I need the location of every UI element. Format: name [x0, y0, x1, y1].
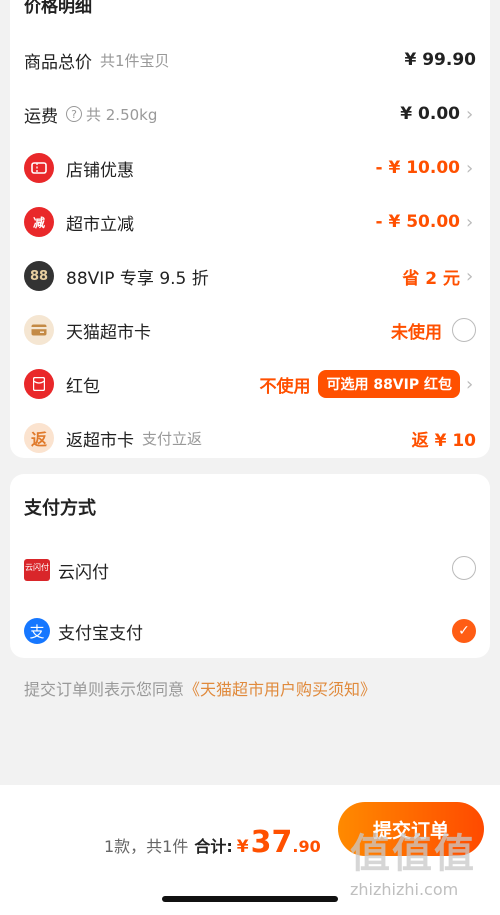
market-card-radio[interactable]: [452, 318, 476, 342]
goods-count: 共1件宝贝: [100, 51, 170, 70]
row-shipping[interactable]: 运费 ? 共 2.50kg ¥ 0.00 ›: [24, 96, 476, 132]
unionpay-quickpass-icon: 云闪付: [24, 559, 50, 581]
vip-red-packet-badge[interactable]: 可选用 88VIP 红包: [318, 370, 460, 398]
shipping-weight: 共 2.50kg: [86, 105, 158, 124]
rebate-value: 返 ¥ 10: [411, 430, 476, 451]
alipay-radio-checked[interactable]: ✓: [452, 619, 476, 643]
vip88-icon: 88: [24, 261, 54, 291]
price-section-title: 价格明细: [24, 0, 92, 17]
market-reduce-icon: 减: [24, 207, 54, 237]
market-card-icon: [24, 315, 54, 345]
unionpay-radio[interactable]: [452, 556, 476, 580]
currency-symbol: ¥: [236, 837, 249, 857]
shop-discount-value: - ¥ 10.00: [375, 158, 461, 178]
watermark-glyphs: 值值值: [350, 831, 476, 877]
market-reduction-value: - ¥ 50.00: [375, 212, 461, 232]
payment-method-card: 支付方式 云闪付 云闪付 支 支付宝支付 ✓: [10, 474, 490, 658]
watermark-text: zhizhizhi.com: [350, 880, 459, 899]
item-count: 1款，共1件: [104, 837, 189, 856]
rebate-label: 返超市卡: [66, 430, 134, 451]
red-packet-icon: [24, 369, 54, 399]
total-amount-int: 37: [250, 825, 293, 860]
agreement-prefix: 提交订单则表示您同意: [24, 680, 185, 699]
payment-title: 支付方式: [24, 498, 96, 519]
shipping-label: 运费: [24, 106, 58, 127]
rebate-icon: 返: [24, 423, 54, 453]
row-market-card[interactable]: 天猫超市卡 未使用: [24, 312, 476, 348]
shipping-value: ¥ 0.00: [400, 104, 460, 124]
alipay-label: 支付宝支付: [58, 623, 143, 644]
row-red-packet[interactable]: 红包 不使用 可选用 88VIP 红包 ›: [24, 366, 476, 402]
shop-coupon-icon: [24, 153, 54, 183]
shop-discount-label: 店铺优惠: [66, 160, 134, 181]
vip-saving-value: 省 2 元: [402, 268, 460, 289]
vip-discount-label: 88VIP 专享 9.5 折: [66, 268, 209, 289]
unionpay-label: 云闪付: [58, 562, 109, 583]
question-icon[interactable]: ?: [66, 106, 82, 122]
row-goods-total: 商品总价 共1件宝贝 ¥ 99.90: [24, 42, 476, 78]
chevron-right-icon: ›: [466, 265, 474, 287]
chevron-right-icon: ›: [466, 211, 474, 233]
price-details-card: 价格明细 商品总价 共1件宝贝 ¥ 99.90 运费 ? 共 2.50kg ¥ …: [10, 0, 490, 458]
chevron-right-icon: ›: [466, 157, 474, 179]
home-indicator[interactable]: [162, 896, 338, 902]
market-card-label: 天猫超市卡: [66, 322, 151, 343]
alipay-icon: 支: [24, 618, 50, 644]
total-amount-dec: .90: [292, 837, 321, 856]
row-shop-discount[interactable]: 店铺优惠 - ¥ 10.00 ›: [24, 150, 476, 186]
row-88vip[interactable]: 88 88VIP 专享 9.5 折 省 2 元 ›: [24, 258, 476, 294]
row-market-reduction[interactable]: 减 超市立减 - ¥ 50.00 ›: [24, 204, 476, 240]
order-summary: 1款，共1件 合计: ¥ 37 .90: [104, 825, 321, 860]
payment-option-alipay[interactable]: 支 支付宝支付 ✓: [24, 614, 476, 648]
chevron-right-icon: ›: [466, 103, 474, 125]
chevron-right-icon: ›: [466, 373, 474, 395]
red-packet-label: 红包: [66, 376, 100, 397]
payment-option-unionpay[interactable]: 云闪付 云闪付: [24, 553, 476, 587]
row-rebate: 返 返超市卡 支付立返 返 ¥ 10: [24, 420, 476, 456]
rebate-sub: 支付立返: [142, 429, 203, 448]
total-label: 合计:: [194, 837, 233, 856]
purchase-terms-link[interactable]: 《天猫超市用户购买须知》: [184, 680, 376, 699]
goods-total-label: 商品总价: [24, 52, 92, 73]
red-packet-status: 不使用: [259, 376, 311, 397]
market-reduction-label: 超市立减: [66, 214, 134, 235]
market-card-status: 未使用: [391, 322, 442, 343]
site-watermark: 值值值 zhizhizhi.com: [350, 832, 490, 906]
agreement-text: 提交订单则表示您同意《天猫超市用户购买须知》: [24, 676, 376, 700]
goods-total-value: ¥ 99.90: [404, 50, 476, 70]
